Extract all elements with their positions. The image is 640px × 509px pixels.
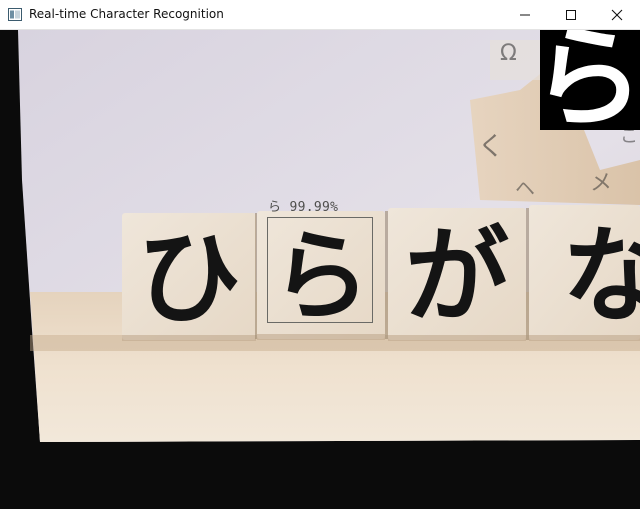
minimize-icon [520,14,530,16]
detection-box [267,217,373,323]
app-window-icon [8,8,22,21]
recognized-character: ら [268,200,282,215]
svg-text:ヘ: ヘ [515,176,535,200]
recognition-label: ら 99.99% [268,196,338,215]
preview-character: ら [540,30,640,130]
minimize-button[interactable] [502,0,548,30]
maximize-button[interactable] [548,0,594,30]
camera-feed: Ω く ヘ メ こ ひ ら が な ら 99.99% ら [0,30,640,509]
svg-text:メ: メ [590,171,612,196]
maximize-icon [566,10,576,20]
title-bar[interactable]: Real-time Character Recognition [0,0,640,30]
confidence-score: 99.99% [289,200,339,215]
close-icon [611,9,623,21]
svg-text:く: く [478,132,504,162]
tile-char-3: が [405,215,509,337]
svg-text:Ω: Ω [500,41,517,66]
window-title: Real-time Character Recognition [29,7,224,21]
tile-char-1: ひ [137,217,241,339]
tile-char-4: な [562,215,640,337]
close-button[interactable] [594,0,640,30]
preview-image: ら [540,30,640,130]
binarized-preview: ら [540,30,640,130]
